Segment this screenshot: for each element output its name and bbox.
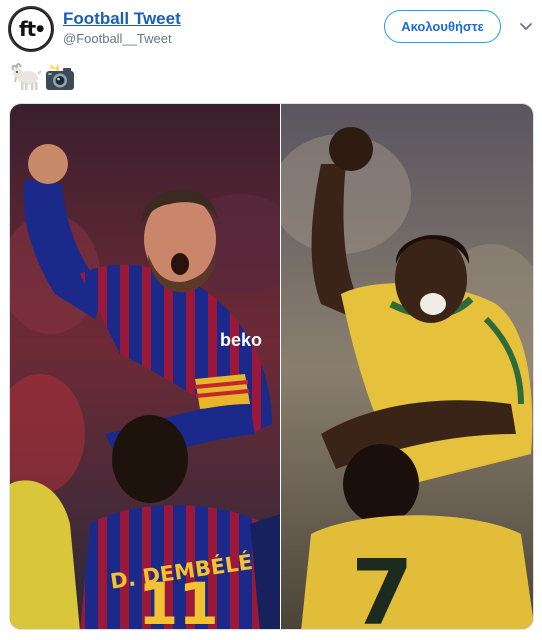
avatar-logo: ft ● [11,9,51,49]
shirt-sponsor-text: beko [220,330,262,350]
tweet-header: ft ● Football Tweet @Football__Tweet Ακολ… [8,6,534,54]
user-handle[interactable]: @Football__Tweet [63,31,172,46]
photo-brazil-celebration[interactable]: 7 [281,104,534,630]
jersey-number-text: 11 [138,570,219,630]
display-name[interactable]: Football Tweet [63,9,181,29]
goat-emoji-icon [11,63,42,90]
chevron-down-icon[interactable] [518,18,534,34]
avatar[interactable]: ft ● [8,6,54,52]
camera-flash-emoji-icon [46,63,74,90]
follow-button[interactable]: Ακολουθήστε [384,10,501,43]
tweet-media[interactable]: beko D. DEMBÉLÉ 11 7 [9,103,534,630]
tweet-text [10,62,76,92]
photo-barcelona-celebration[interactable]: beko D. DEMBÉLÉ 11 [10,104,280,630]
avatar-logo-text: ft [18,17,36,41]
jersey-number-text-brazil: 7 [351,541,414,630]
registered-icon: ● [36,24,44,34]
tweet-card: ft ● Football Tweet @Football__Tweet Ακολ… [0,0,542,640]
